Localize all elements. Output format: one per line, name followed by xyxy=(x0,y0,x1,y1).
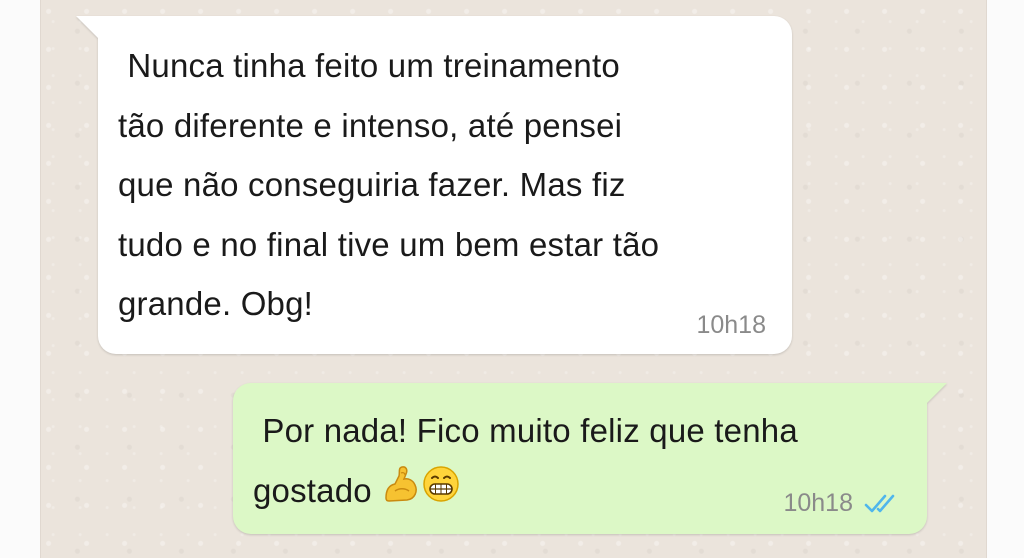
message-meta: 10h18 xyxy=(783,489,903,518)
message-timestamp: 10h18 xyxy=(783,489,853,517)
message-text: Nunca tinha feito um treinamento tão dif… xyxy=(118,47,660,322)
bubble-tail xyxy=(927,383,947,403)
grinning-face-icon xyxy=(421,463,461,523)
flexed-biceps-icon xyxy=(381,463,421,523)
message-text-content: Por nada! Fico muito feliz que tenha gos… xyxy=(253,412,798,509)
message-bubble-incoming[interactable]: Nunca tinha feito um treinamento tão dif… xyxy=(76,16,792,354)
read-double-check-icon xyxy=(863,492,903,516)
screen: Nunca tinha feito um treinamento tão dif… xyxy=(0,0,1024,558)
bubble-tail xyxy=(76,16,98,38)
message-timestamp: 10h18 xyxy=(696,311,766,339)
message-bubble-outgoing[interactable]: Por nada! Fico muito feliz que tenha gos… xyxy=(233,383,947,534)
message-meta: 10h18 xyxy=(696,311,766,340)
